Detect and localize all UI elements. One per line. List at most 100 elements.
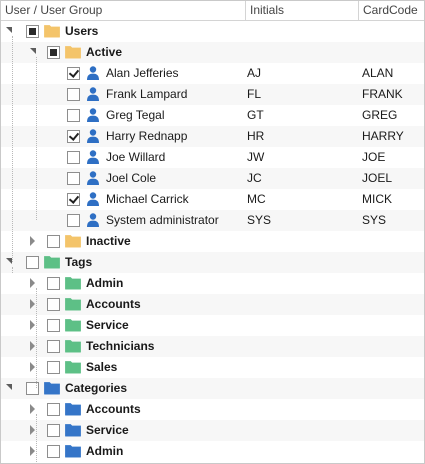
checkbox[interactable] [67, 88, 80, 101]
user-row[interactable]: System administrator SYS SYS [1, 210, 424, 231]
checkbox[interactable] [47, 46, 60, 59]
checkbox[interactable] [67, 193, 80, 206]
user-row[interactable]: Harry Rednapp HR HARRY [1, 126, 424, 147]
tag-row[interactable]: Admin [1, 273, 424, 294]
checkbox[interactable] [67, 214, 80, 227]
tree-row-tags[interactable]: Tags [1, 252, 424, 273]
user-row[interactable]: Joel Cole JC JOEL [1, 168, 424, 189]
checkbox[interactable] [67, 151, 80, 164]
tag-row[interactable]: Technicians [1, 336, 424, 357]
cardcode-cell: FRANK [362, 87, 403, 101]
checkbox[interactable] [47, 445, 60, 458]
user-name: System administrator [106, 213, 219, 227]
expand-arrow-icon[interactable] [30, 446, 35, 456]
cardcode-cell: JOEL [362, 171, 393, 185]
checkbox[interactable] [47, 277, 60, 290]
tag-label: Admin [86, 276, 124, 290]
user-icon [85, 107, 101, 123]
checkbox[interactable] [47, 319, 60, 332]
user-name: Harry Rednapp [106, 129, 188, 143]
user-name: Alan Jefferies [106, 66, 179, 80]
user-name: Joel Cole [106, 171, 157, 185]
cardcode-cell: ALAN [362, 66, 394, 80]
checkbox[interactable] [67, 172, 80, 185]
folder-icon [65, 339, 81, 353]
initials-cell: GT [247, 108, 264, 122]
user-name: Frank Lampard [106, 87, 188, 101]
initials-cell: FL [247, 87, 262, 101]
expand-arrow-icon[interactable] [30, 425, 35, 435]
checkbox[interactable] [47, 403, 60, 416]
checkbox[interactable] [67, 109, 80, 122]
category-row[interactable]: Accounts [1, 399, 424, 420]
tree-guide-line [36, 288, 37, 388]
tag-label: Technicians [86, 339, 155, 353]
checkbox[interactable] [47, 298, 60, 311]
collapse-arrow-icon[interactable] [6, 384, 12, 390]
tree-guide-line [12, 267, 13, 273]
checkbox[interactable] [26, 25, 39, 38]
expand-arrow-icon[interactable] [30, 299, 35, 309]
folder-icon [65, 45, 81, 59]
tree-row-users[interactable]: Users [1, 21, 424, 42]
checkbox[interactable] [26, 256, 39, 269]
checkbox[interactable] [67, 130, 80, 143]
initials-cell: JW [247, 150, 265, 164]
expand-arrow-icon[interactable] [30, 236, 35, 246]
user-icon [85, 86, 101, 102]
user-name: Greg Tegal [106, 108, 165, 122]
user-icon [85, 149, 101, 165]
checkbox[interactable] [47, 361, 60, 374]
folder-icon [65, 234, 81, 248]
user-group-tree: User / User Group Initials CardCode User… [0, 0, 425, 464]
cardcode-cell: GREG [362, 108, 398, 122]
checkbox[interactable] [47, 235, 60, 248]
tag-row[interactable]: Service [1, 315, 424, 336]
expand-arrow-icon[interactable] [30, 404, 35, 414]
folder-icon [44, 255, 60, 269]
checkbox[interactable] [47, 340, 60, 353]
folder-icon [44, 381, 60, 395]
expand-arrow-icon[interactable] [30, 278, 35, 288]
user-row[interactable]: Joe Willard JW JOE [1, 147, 424, 168]
group-label: Inactive [86, 234, 131, 248]
column-header-initials[interactable]: Initials [246, 1, 359, 20]
category-label: Accounts [86, 402, 141, 416]
user-icon [85, 170, 101, 186]
expand-arrow-icon[interactable] [30, 320, 35, 330]
user-icon [85, 128, 101, 144]
collapse-arrow-icon[interactable] [30, 48, 36, 54]
tree-row-active[interactable]: Active [1, 42, 424, 63]
checkbox[interactable] [67, 67, 80, 80]
tree-row-inactive[interactable]: Inactive [1, 231, 424, 252]
tag-label: Service [86, 318, 129, 332]
collapse-arrow-icon[interactable] [6, 27, 12, 33]
checkbox[interactable] [47, 424, 60, 437]
expand-arrow-icon[interactable] [30, 362, 35, 372]
cardcode-cell: SYS [362, 213, 387, 227]
tree-guide-line [36, 57, 37, 220]
tree-guide-line [36, 414, 37, 463]
category-label: Admin [86, 444, 124, 458]
user-row[interactable]: Alan Jefferies AJ ALAN [1, 63, 424, 84]
user-icon [85, 65, 101, 81]
user-row[interactable]: Frank Lampard FL FRANK [1, 84, 424, 105]
user-row[interactable]: Greg Tegal GT GREG [1, 105, 424, 126]
folder-icon [65, 318, 81, 332]
user-row[interactable]: Michael Carrick MC MICK [1, 189, 424, 210]
tag-row[interactable]: Accounts [1, 294, 424, 315]
tree-guide-line [12, 36, 13, 262]
group-label: Users [65, 24, 99, 38]
category-row[interactable]: Admin [1, 441, 424, 462]
column-header-cardcode[interactable]: CardCode [359, 1, 424, 20]
expand-arrow-icon[interactable] [30, 341, 35, 351]
category-row[interactable]: Service [1, 420, 424, 441]
checkbox[interactable] [26, 382, 39, 395]
column-header-name[interactable]: User / User Group [1, 1, 246, 20]
user-icon [85, 212, 101, 228]
initials-cell: AJ [247, 66, 262, 80]
tree-row-categories[interactable]: Categories [1, 378, 424, 399]
tag-row[interactable]: Sales [1, 357, 424, 378]
tag-label: Sales [86, 360, 118, 374]
initials-cell: MC [247, 192, 266, 206]
